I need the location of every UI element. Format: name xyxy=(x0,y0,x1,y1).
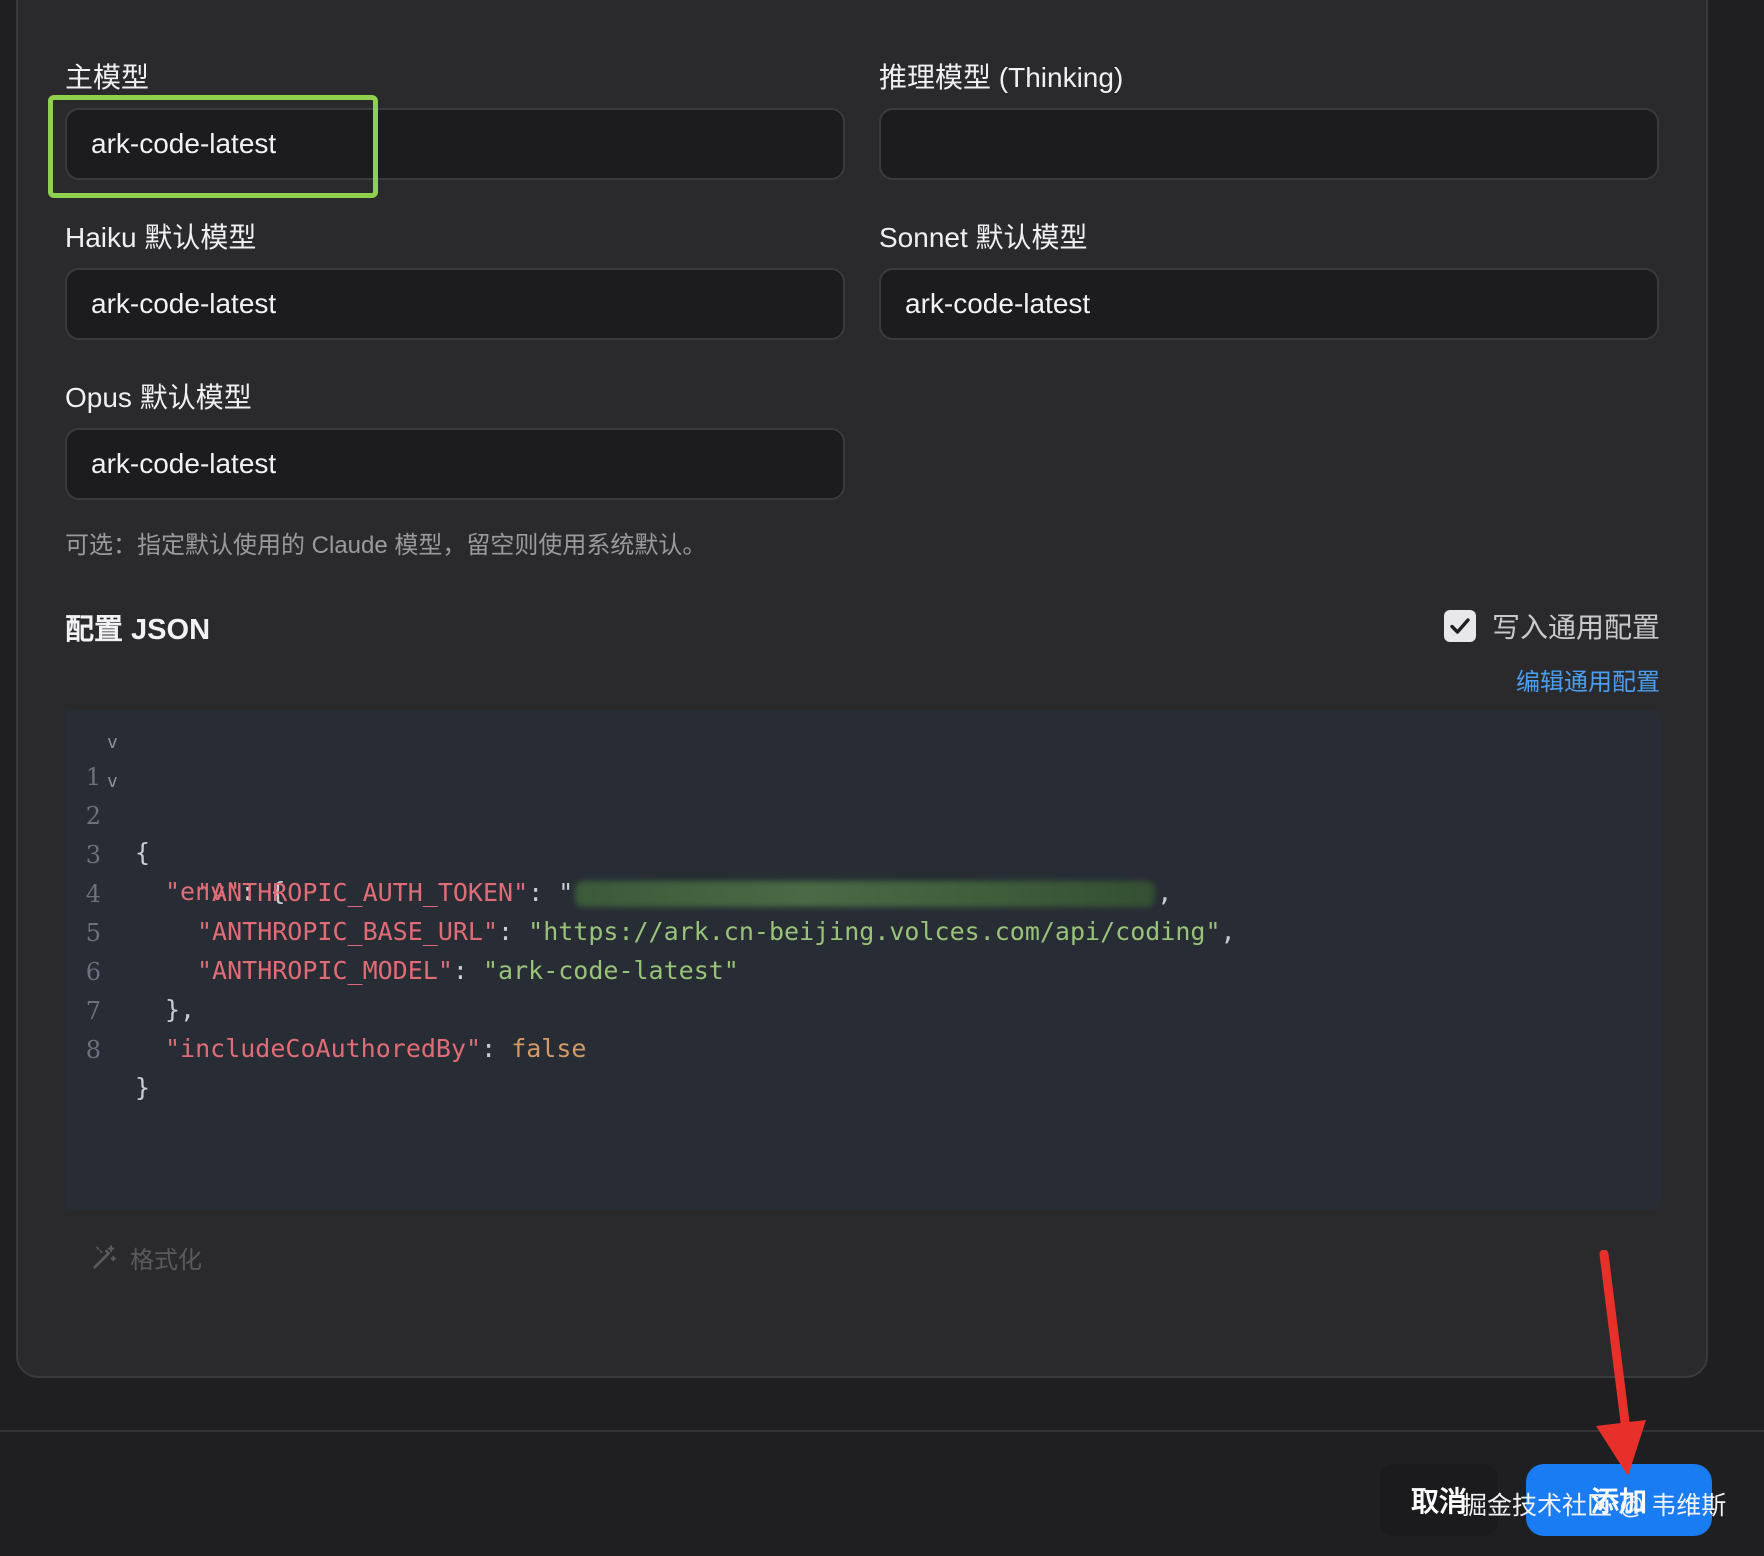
code-line: 3 "ANTHROPIC_AUTH_TOKEN": ", xyxy=(65,798,1172,907)
code-line: 6 }, xyxy=(65,915,195,1024)
dialog-footer xyxy=(0,1430,1764,1556)
sonnet-model-label: Sonnet 默认模型 xyxy=(879,222,1088,253)
format-label: 格式化 xyxy=(130,1247,202,1274)
write-common-config[interactable]: 写入通用配置 xyxy=(1444,606,1660,646)
format-button[interactable]: 格式化 xyxy=(90,1240,202,1275)
code-token: "ANTHROPIC_AUTH_TOKEN" xyxy=(197,878,529,907)
redacted-token xyxy=(575,881,1156,907)
code-token: "https://ark.cn-beijing.volces.com/api/c… xyxy=(528,917,1221,946)
edit-common-config-link[interactable]: 编辑通用配置 xyxy=(1516,662,1660,697)
code-token: : xyxy=(481,1034,512,1063)
main-model-label: 主模型 xyxy=(65,62,150,93)
thinking-model-input[interactable] xyxy=(879,108,1659,180)
add-button[interactable]: 添加 xyxy=(1526,1464,1712,1536)
opus-model-input[interactable] xyxy=(65,428,845,500)
code-token: "ANTHROPIC_BASE_URL" xyxy=(197,917,499,946)
provider-config-page: 主模型 推理模型 (Thinking) Haiku 默认模型 Sonnet 默认… xyxy=(0,0,1764,1556)
code-line: 4 "ANTHROPIC_BASE_URL": "https://ark.cn-… xyxy=(65,837,1236,946)
model-hint-text: 可选：指定默认使用的 Claude 模型，留空则使用系统默认。 xyxy=(65,532,707,559)
code-line: 8 } xyxy=(65,993,155,1102)
config-json-title: 配置 JSON xyxy=(65,614,211,646)
sonnet-model-input[interactable] xyxy=(879,268,1659,340)
code-token: }, xyxy=(165,995,196,1024)
code-token: : xyxy=(498,917,529,946)
haiku-model-label: Haiku 默认模型 xyxy=(65,222,257,253)
haiku-model-input[interactable] xyxy=(65,268,845,340)
code-line: 7 "includeCoAuthoredBy": false xyxy=(65,954,587,1063)
opus-model-label: Opus 默认模型 xyxy=(65,382,252,413)
fold-chevron-icon[interactable]: v xyxy=(107,724,118,762)
code-token: : " xyxy=(528,878,574,907)
json-editor[interactable]: 1 v { 2 v "env": { 3 "ANTHROPIC_AUTH_TOK… xyxy=(65,710,1661,1210)
code-line: 2 v "env": { xyxy=(65,759,286,906)
fold-chevron-icon[interactable]: v xyxy=(107,763,118,801)
code-token: } xyxy=(135,1073,151,1102)
main-model-input[interactable] xyxy=(65,108,845,180)
magic-wand-icon xyxy=(93,1244,117,1269)
cancel-button[interactable]: 取消 xyxy=(1380,1464,1498,1536)
thinking-model-label: 推理模型 (Thinking) xyxy=(879,62,1124,93)
code-token: "ANTHROPIC_MODEL" xyxy=(197,956,453,985)
code-token: : xyxy=(452,956,483,985)
line-number: 8 xyxy=(85,1036,101,1064)
code-token: , xyxy=(1157,878,1173,907)
code-line: 5 "ANTHROPIC_MODEL": "ark-code-latest" xyxy=(65,876,739,985)
write-common-checkbox[interactable] xyxy=(1444,610,1476,642)
code-token: , xyxy=(1220,917,1236,946)
code-token: "includeCoAuthoredBy" xyxy=(165,1034,482,1063)
code-line: 1 v { xyxy=(65,720,155,867)
checkmark-icon xyxy=(1450,618,1470,634)
code-token: "ark-code-latest" xyxy=(482,956,739,985)
code-token: false xyxy=(511,1034,587,1063)
write-common-label: 写入通用配置 xyxy=(1492,612,1661,643)
